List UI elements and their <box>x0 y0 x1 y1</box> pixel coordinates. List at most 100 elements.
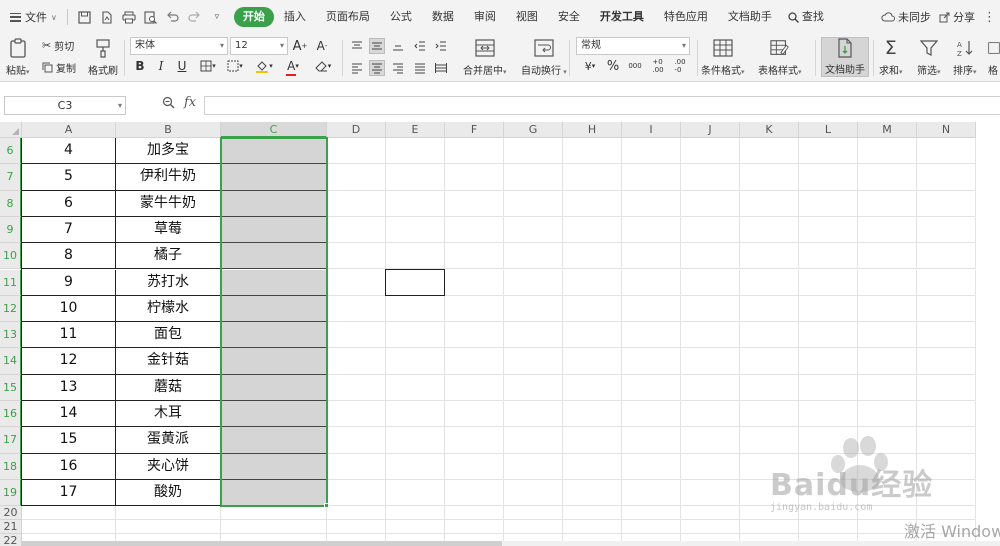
grid-cell[interactable] <box>858 322 917 349</box>
grid-cell[interactable] <box>504 479 563 507</box>
grid-cell[interactable] <box>504 295 563 323</box>
decrease-font-size-icon[interactable]: A- <box>314 38 330 54</box>
grid-cell[interactable] <box>917 322 976 349</box>
align-right-icon[interactable] <box>390 60 406 76</box>
increase-indent-icon[interactable] <box>433 38 449 54</box>
grid-cell[interactable] <box>799 190 858 217</box>
grid-cell[interactable] <box>622 164 681 191</box>
grid-cell[interactable] <box>445 138 504 165</box>
grid-cell[interactable] <box>445 506 504 521</box>
row-header[interactable]: 9 <box>0 216 22 244</box>
grid-cell[interactable] <box>386 243 445 270</box>
underline-icon[interactable]: U <box>174 58 190 74</box>
sort-button[interactable]: AZ 排序▾ <box>953 37 977 77</box>
conditional-format-button[interactable]: 条件格式▾ <box>701 37 745 77</box>
decrease-decimal-icon[interactable]: .00 -0 <box>670 58 690 74</box>
grid-cell[interactable] <box>622 190 681 217</box>
column-header[interactable]: G <box>504 122 563 138</box>
sum-button[interactable]: Σ 求和▾ <box>879 37 903 77</box>
grid-cell[interactable] <box>622 322 681 349</box>
grid-cell[interactable] <box>622 138 681 165</box>
print-preview-icon[interactable] <box>140 6 162 28</box>
format-painter-button[interactable]: 格式刷 <box>88 37 118 77</box>
grid-cell[interactable] <box>504 216 563 244</box>
grid-cell[interactable] <box>563 295 622 323</box>
scrollbar-thumb[interactable] <box>22 541 502 546</box>
grid-cell[interactable] <box>327 322 386 349</box>
grid-cell[interactable] <box>681 243 740 270</box>
clear-format-icon[interactable]: ▾ <box>312 58 334 74</box>
grid-cell[interactable] <box>386 520 445 535</box>
grid-cell[interactable] <box>917 216 976 244</box>
grid-cell[interactable] <box>799 401 858 428</box>
grid-cell[interactable] <box>563 374 622 401</box>
grid-cell[interactable] <box>327 506 386 521</box>
grid-cell[interactable] <box>221 374 327 401</box>
font-size-select[interactable]: 12 ▾ <box>230 37 288 55</box>
grid-cell[interactable] <box>858 190 917 217</box>
borders-icon[interactable]: ▾ <box>197 58 219 74</box>
column-header[interactable]: K <box>740 122 799 138</box>
grid-cell[interactable] <box>622 479 681 507</box>
grid-cell[interactable] <box>740 190 799 217</box>
row-header[interactable]: 6 <box>0 138 22 165</box>
grid-cell[interactable] <box>563 216 622 244</box>
row-header[interactable]: 16 <box>0 401 22 428</box>
grid-cell[interactable] <box>504 243 563 270</box>
grid-cell[interactable] <box>799 348 858 375</box>
distributed-align-icon[interactable] <box>433 60 449 76</box>
grid-cell[interactable] <box>221 479 327 507</box>
grid-cell[interactable] <box>917 138 976 165</box>
align-bottom-icon[interactable] <box>390 38 406 54</box>
align-left-icon[interactable] <box>349 60 365 76</box>
grid-cell[interactable] <box>740 269 799 296</box>
grid-cell[interactable] <box>221 295 327 323</box>
grid-cell[interactable] <box>445 216 504 244</box>
grid-cell[interactable] <box>386 190 445 217</box>
grid-cell[interactable] <box>681 520 740 535</box>
grid-cell[interactable] <box>327 269 386 296</box>
doc-assistant-button[interactable]: 文档助手 <box>821 37 869 77</box>
grid-cell[interactable] <box>445 520 504 535</box>
increase-font-size-icon[interactable]: A + <box>292 38 308 54</box>
grid-cell[interactable] <box>386 295 445 323</box>
grid-cell[interactable] <box>858 295 917 323</box>
print-icon[interactable] <box>118 6 140 28</box>
grid-cell[interactable] <box>917 374 976 401</box>
grid-cell[interactable] <box>327 374 386 401</box>
grid-cell[interactable] <box>917 269 976 296</box>
grid-cell[interactable] <box>858 216 917 244</box>
more-menu-icon[interactable]: ⋮ <box>983 10 996 25</box>
grid-cell[interactable] <box>917 401 976 428</box>
grid-cell[interactable] <box>504 520 563 535</box>
search-button[interactable]: 查找 <box>782 7 834 27</box>
cell-style-icon[interactable]: ▾ <box>224 58 246 74</box>
redo-icon[interactable] <box>184 6 206 28</box>
merge-center-button[interactable]: 合并居中▾ <box>463 37 507 77</box>
grid-cell[interactable] <box>799 216 858 244</box>
grid-cell[interactable] <box>445 453 504 480</box>
grid-cell[interactable] <box>386 216 445 244</box>
grid-cell[interactable] <box>740 295 799 323</box>
grid-cell[interactable] <box>327 243 386 270</box>
grid-cell[interactable] <box>740 243 799 270</box>
tab-home[interactable]: 开始 <box>233 7 274 27</box>
row-header[interactable]: 8 <box>0 190 22 217</box>
grid-cell[interactable] <box>221 520 327 535</box>
grid-cell[interactable] <box>917 243 976 270</box>
grid-cell[interactable] <box>221 243 327 270</box>
grid-cell[interactable] <box>799 374 858 401</box>
increase-decimal-icon[interactable]: +0.00 <box>648 58 668 74</box>
grid-cell[interactable] <box>740 401 799 428</box>
paste-button[interactable]: 粘贴▾ <box>6 37 30 77</box>
row-header[interactable]: 12 <box>0 295 22 323</box>
grid-cell[interactable] <box>740 138 799 165</box>
decrease-indent-icon[interactable] <box>412 38 428 54</box>
grid-cell[interactable] <box>22 506 116 521</box>
grid-cell[interactable] <box>740 164 799 191</box>
row-header[interactable]: 14 <box>0 348 22 375</box>
grid-cell[interactable] <box>445 190 504 217</box>
grid-cell[interactable] <box>504 374 563 401</box>
grid-cell[interactable] <box>386 164 445 191</box>
row-header[interactable]: 7 <box>0 164 22 191</box>
